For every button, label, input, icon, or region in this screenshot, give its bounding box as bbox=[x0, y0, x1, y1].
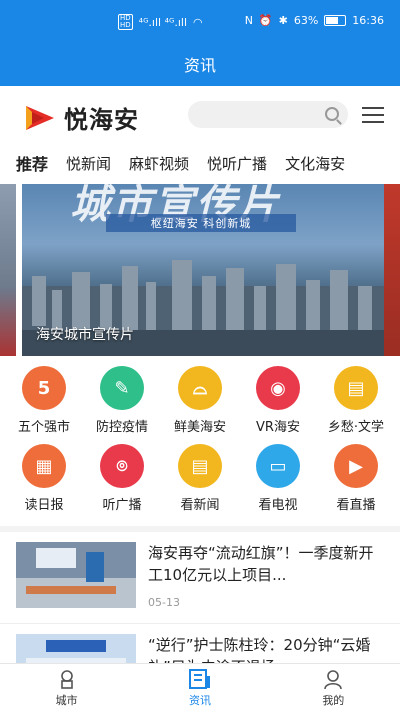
cloche-icon: ⌓ bbox=[178, 366, 222, 410]
title-bar: 资讯 bbox=[0, 42, 400, 86]
news-icon bbox=[188, 668, 210, 689]
clock: 16:36 bbox=[352, 14, 384, 27]
feature-label: 五个强市 bbox=[17, 420, 70, 435]
feature-label: VR海安 bbox=[256, 420, 300, 435]
user-icon bbox=[324, 669, 343, 689]
feature-epidemic[interactable]: ✎ 防控疫情 bbox=[85, 366, 159, 444]
feature-literature[interactable]: ▤ 乡愁·文学 bbox=[319, 366, 393, 444]
play-icon: ▶ bbox=[334, 444, 378, 488]
status-left: HD HD ⁴ᴳ.ıll ⁴ᴳ.ıll ◠ bbox=[118, 14, 203, 30]
feature-label: 看直播 bbox=[336, 498, 376, 513]
feature-grid: 5 五个强市 ✎ 防控疫情 ⌓ 鲜美海安 ◉ VR海安 ▤ 乡愁·文学 ▦ 读日… bbox=[0, 366, 400, 522]
sim-icon: HD HD bbox=[118, 14, 133, 30]
page-title: 资讯 bbox=[183, 56, 216, 75]
news-icon: ▤ bbox=[178, 444, 222, 488]
syringe-icon: ✎ bbox=[100, 366, 144, 410]
tabbar-city[interactable]: 城市 bbox=[0, 664, 133, 711]
nfc-icon: N bbox=[244, 14, 253, 27]
tab-video[interactable]: 麻虾视频 bbox=[129, 153, 189, 174]
tab-news[interactable]: 悦新闻 bbox=[66, 153, 111, 174]
tabbar-label: 城市 bbox=[55, 693, 78, 707]
feature-vr[interactable]: ◉ VR海安 bbox=[241, 366, 315, 444]
app-name: 悦海安 bbox=[64, 106, 139, 134]
app-header: 悦海安 bbox=[0, 86, 400, 144]
feature-live[interactable]: ▶ 看直播 bbox=[319, 444, 393, 522]
news-title: 海安再夺“流动红旗”！一季度新开工10亿元以上项目... bbox=[148, 544, 374, 584]
tv-icon: ▭ bbox=[256, 444, 300, 488]
feature-label: 鲜美海安 bbox=[173, 420, 226, 435]
alarm-icon: ⏰ bbox=[258, 14, 273, 27]
feature-tv[interactable]: ▭ 看电视 bbox=[241, 444, 315, 522]
newspaper-icon: ▦ bbox=[22, 444, 66, 488]
battery-percent: 63% bbox=[293, 14, 319, 27]
city-icon bbox=[60, 669, 73, 689]
tab-recommend[interactable]: 推荐 bbox=[16, 151, 49, 175]
feature-food[interactable]: ⌓ 鲜美海安 bbox=[163, 366, 237, 444]
document-icon: ▤ bbox=[334, 366, 378, 410]
banner-slide[interactable]: 城市宣传片 枢纽海安 科创新城 海安城市宣传片 bbox=[22, 184, 384, 356]
bottom-tab-bar: 城市 资讯 我的 bbox=[0, 663, 400, 711]
tab-culture[interactable]: 文化海安 bbox=[285, 153, 345, 174]
app-logo[interactable]: 悦海安 bbox=[22, 100, 139, 135]
search-input[interactable] bbox=[188, 101, 348, 128]
status-bar: HD HD ⁴ᴳ.ıll ⁴ᴳ.ıll ◠ N ⏰ ✱ 63% 16:36 bbox=[0, 0, 400, 42]
feature-label: 看电视 bbox=[258, 498, 298, 513]
tabbar-label: 资讯 bbox=[188, 693, 211, 707]
tabbar-news[interactable]: 资讯 bbox=[133, 664, 266, 711]
battery-icon bbox=[324, 15, 347, 26]
camera-icon: ◉ bbox=[256, 366, 300, 410]
prev-slide-peek[interactable] bbox=[0, 184, 16, 356]
feature-row: ▦ 读日报 ⌾ 听广播 ▤ 看新闻 ▭ 看电视 ▶ 看直播 bbox=[0, 444, 400, 522]
html5-icon: 5 bbox=[22, 366, 66, 410]
status-right: N ⏰ ✱ 63% 16:36 bbox=[245, 14, 384, 27]
banner-caption: 海安城市宣传片 bbox=[36, 327, 134, 343]
feature-daily[interactable]: ▦ 读日报 bbox=[7, 444, 81, 522]
bluetooth-icon: ✱ bbox=[278, 14, 288, 27]
tabbar-me[interactable]: 我的 bbox=[267, 664, 400, 711]
feature-label: 读日报 bbox=[24, 498, 64, 513]
news-thumbnail bbox=[16, 542, 136, 608]
news-date: 05-13 bbox=[148, 596, 180, 609]
feature-radio[interactable]: ⌾ 听广播 bbox=[85, 444, 159, 522]
feature-five-cities[interactable]: 5 五个强市 bbox=[7, 366, 81, 444]
tab-radio[interactable]: 悦听广播 bbox=[207, 153, 267, 174]
banner-slogan: 枢纽海安 科创新城 bbox=[106, 214, 296, 232]
logo-play-icon bbox=[26, 105, 54, 130]
feature-label: 看新闻 bbox=[180, 498, 220, 513]
feature-label: 乡愁·文学 bbox=[327, 420, 385, 435]
category-tabs: 推荐 悦新闻 麻虾视频 悦听广播 文化海安 bbox=[0, 144, 400, 182]
feature-label: 听广播 bbox=[102, 498, 142, 513]
next-slide-peek[interactable] bbox=[384, 184, 400, 356]
wifi-icon: ◠ bbox=[193, 15, 203, 29]
banner-carousel[interactable]: 城市宣传片 枢纽海安 科创新城 海安城市宣传片 bbox=[0, 184, 400, 356]
menu-icon[interactable] bbox=[362, 107, 384, 123]
radio-tower-icon: ⌾ bbox=[100, 444, 144, 488]
search-icon[interactable] bbox=[325, 107, 339, 121]
feature-news[interactable]: ▤ 看新闻 bbox=[163, 444, 237, 522]
news-item[interactable]: 海安再夺“流动红旗”！一季度新开工10亿元以上项目... 05-13 bbox=[0, 532, 400, 624]
feature-row: 5 五个强市 ✎ 防控疫情 ⌓ 鲜美海安 ◉ VR海安 ▤ 乡愁·文学 bbox=[0, 366, 400, 444]
feature-label: 防控疫情 bbox=[95, 420, 148, 435]
tabbar-label: 我的 bbox=[322, 693, 345, 707]
signal-text: ⁴ᴳ.ıll ⁴ᴳ.ıll bbox=[138, 15, 188, 29]
